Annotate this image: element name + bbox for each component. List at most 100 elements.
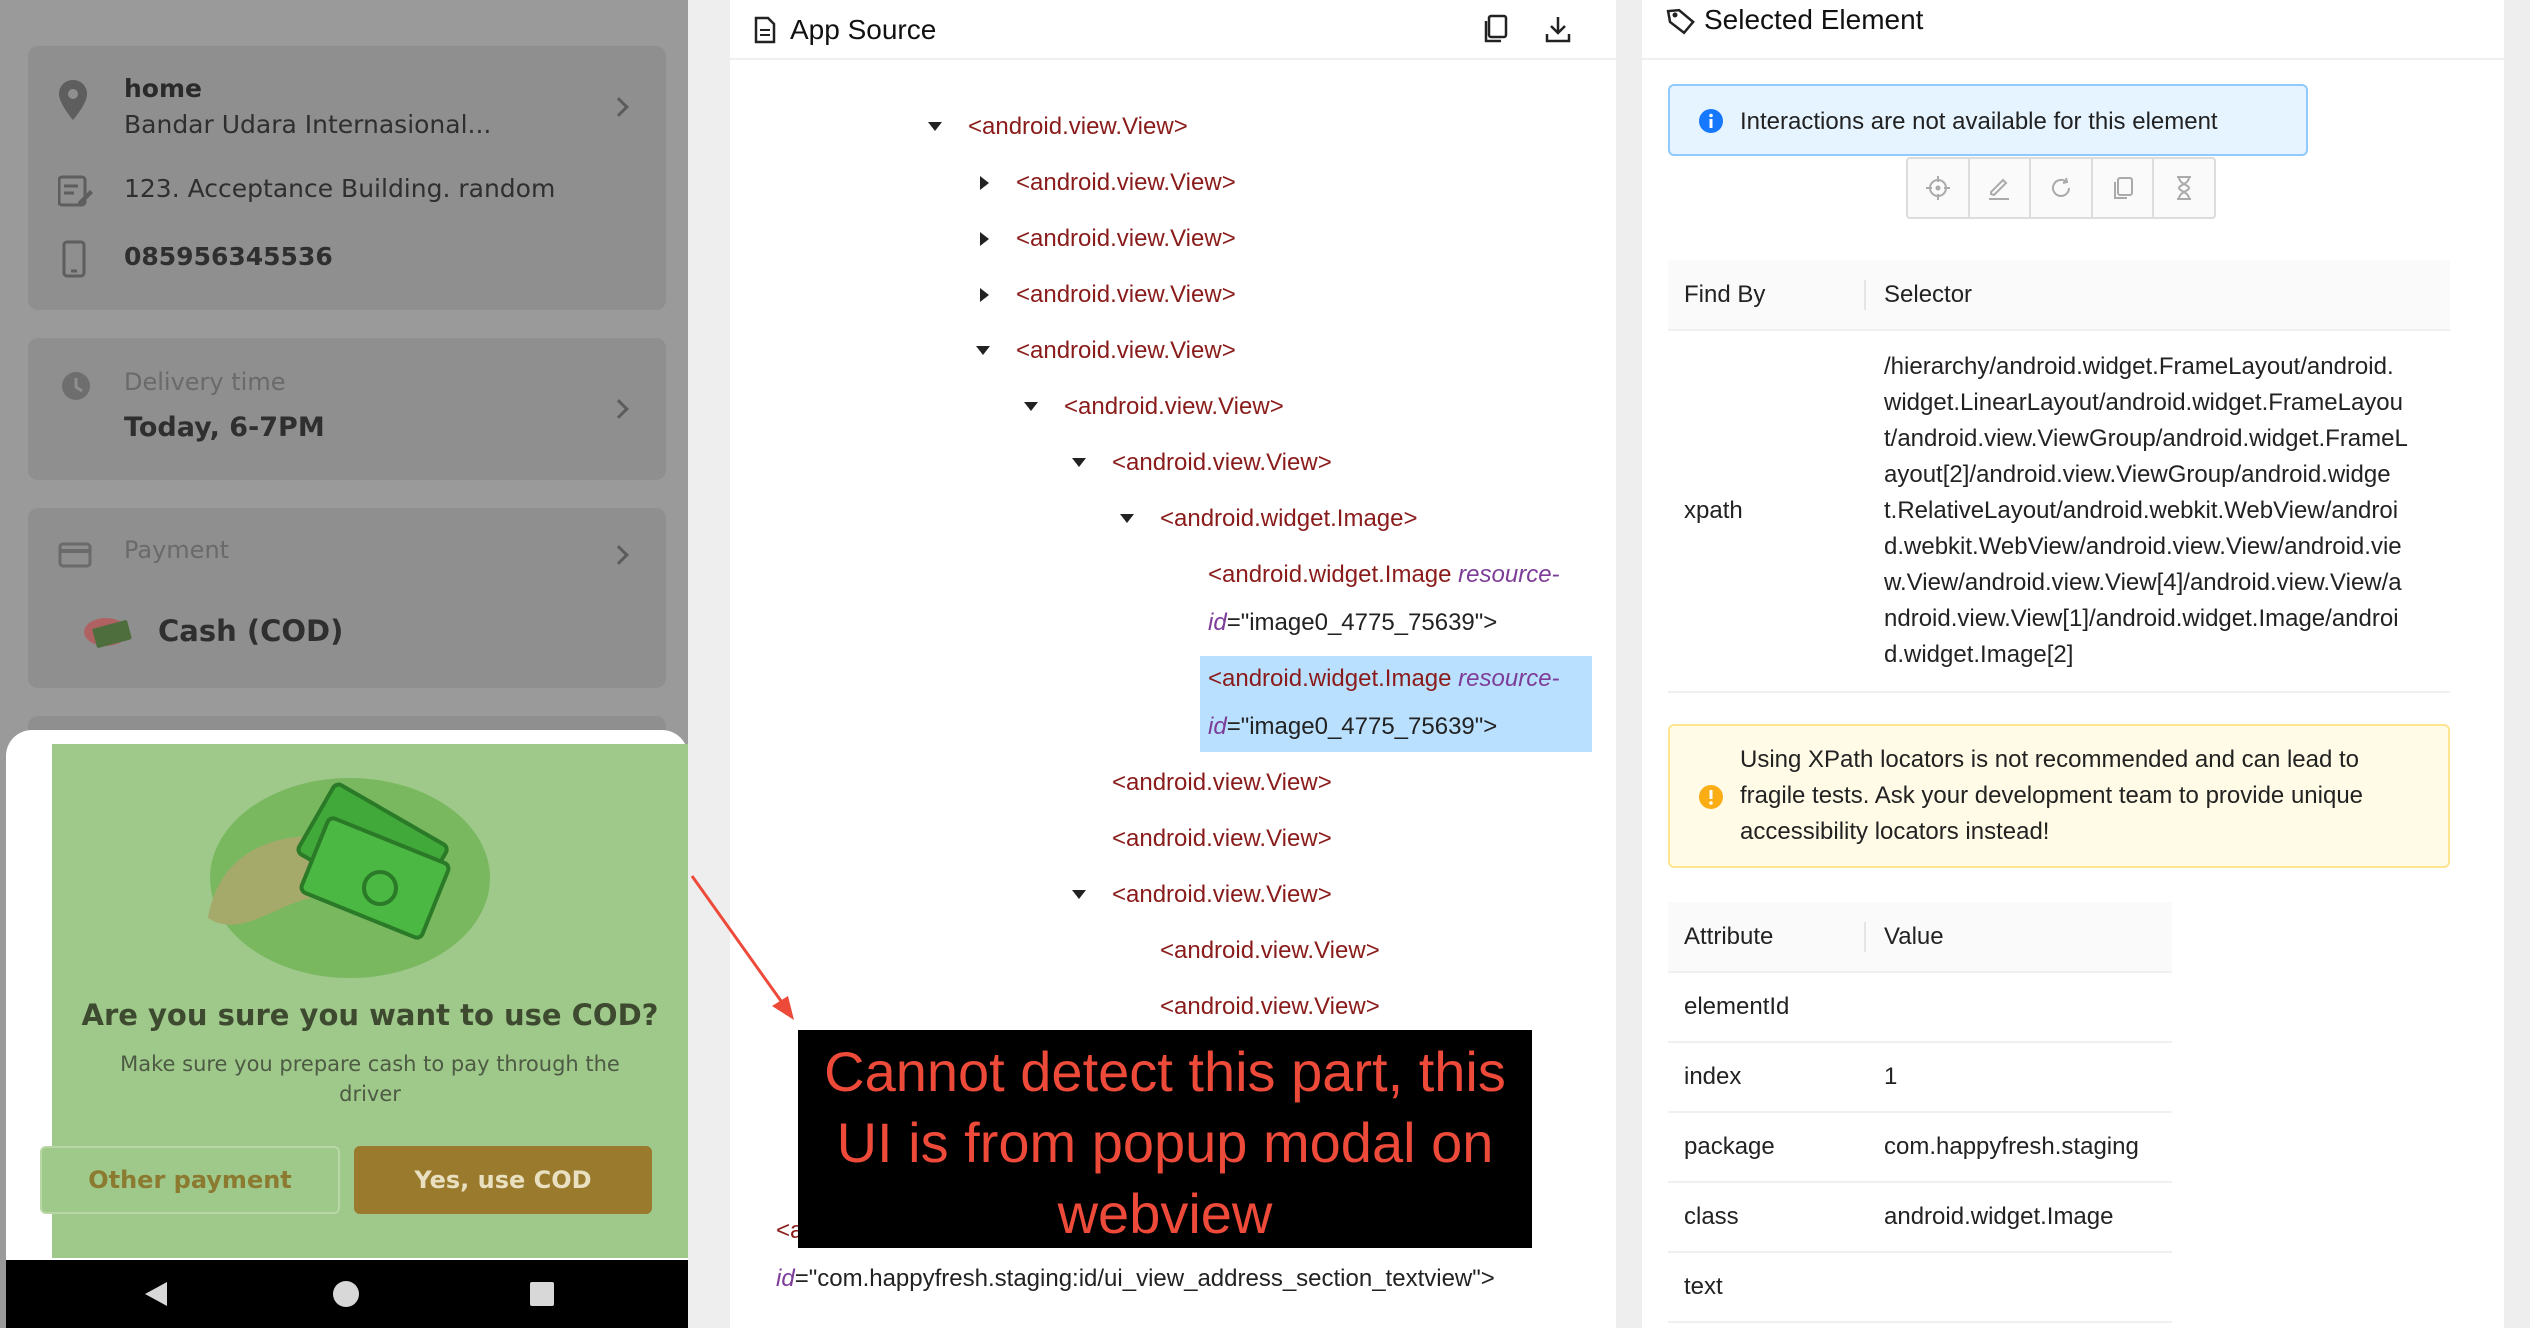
column-separator	[1864, 280, 1866, 310]
tag-icon	[1666, 6, 1696, 41]
attribute-value[interactable]: android.widget.Image	[1868, 1182, 2172, 1253]
xpath-warning-alert: Using XPath locators is not recommended …	[1668, 724, 2450, 868]
panel-divider[interactable]	[1616, 0, 1642, 1328]
attribute-value[interactable]: 1	[1868, 1042, 2172, 1113]
find-by-header: Find By	[1668, 260, 1868, 331]
copy-xml-icon[interactable]	[1482, 14, 1508, 49]
find-by-table: Find By Selector xpath /hierarchy/androi…	[1668, 260, 2450, 693]
attribute-value[interactable]: com.happyfresh.staging	[1868, 1112, 2172, 1183]
attribute-name: text	[1668, 1252, 1868, 1323]
table-row: elementId	[1668, 972, 2172, 1043]
tap-crosshair-icon[interactable]	[1908, 159, 1970, 217]
clock-icon	[60, 370, 92, 407]
attribute-name: elementId	[1668, 972, 1868, 1043]
app-source-header: App Source	[730, 0, 1616, 60]
table-row: index 1	[1668, 1042, 2172, 1113]
tree-leaf-image-selected[interactable]: <android.widget.Image resource-	[1208, 664, 1560, 694]
column-separator	[1864, 922, 1866, 952]
modal-description-line-2: driver	[339, 1082, 401, 1106]
caret-down-icon[interactable]	[1072, 458, 1086, 467]
xpath-selector[interactable]: /hierarchy/android.widget.FrameLayout/an…	[1868, 330, 2450, 693]
tree-node-partial-cont: id="com.happyfresh.staging:id/ui_view_ad…	[776, 1265, 1495, 1292]
tree-node[interactable]: <android.view.View>	[980, 168, 1236, 198]
tree-node[interactable]: <android.view.View>	[928, 112, 1188, 142]
selected-element-header: Selected Element	[1642, 0, 2504, 60]
element-actions-toolbar	[1906, 157, 2216, 219]
right-gutter	[2504, 0, 2530, 1328]
value-header: Value	[1868, 902, 2172, 973]
app-source-title: App Source	[790, 14, 937, 45]
selector-header: Selector	[1868, 260, 2450, 331]
cash-icon	[80, 612, 136, 657]
delivery-value: Today, 6-7PM	[124, 412, 325, 443]
tree-node[interactable]: <android.view.View>	[976, 336, 1236, 366]
delivery-time-card[interactable]: Delivery time Today, 6-7PM	[28, 338, 666, 480]
info-text: Interactions are not available for this …	[1740, 108, 2218, 135]
caret-down-icon[interactable]	[976, 346, 990, 355]
attribute-name: class	[1668, 1182, 1868, 1253]
address-phone: 085956345536	[124, 242, 333, 271]
chevron-right-icon	[609, 97, 629, 117]
nav-home-icon[interactable]	[316, 1260, 376, 1328]
location-pin-icon	[58, 80, 88, 125]
tree-node[interactable]: <android.view.View>	[1024, 392, 1284, 422]
attribute-name: index	[1668, 1042, 1868, 1113]
use-cod-button[interactable]: Yes, use COD	[354, 1146, 652, 1214]
attribute-value[interactable]	[1868, 972, 2172, 1043]
payment-card[interactable]: Payment Cash (COD)	[28, 508, 666, 688]
table-row: xpath /hierarchy/android.widget.FrameLay…	[1668, 330, 2450, 693]
modal-question: Are you sure you want to use COD?	[81, 998, 659, 1032]
attribute-name: package	[1668, 1112, 1868, 1183]
payment-method: Cash (COD)	[158, 614, 344, 648]
other-payment-button[interactable]: Other payment	[40, 1146, 340, 1214]
modal-description-line-1: Make sure you prepare cash to pay throug…	[120, 1052, 620, 1076]
attribute-value[interactable]	[1868, 1252, 2172, 1323]
caret-down-icon[interactable]	[1072, 890, 1086, 899]
tree-leaf-image[interactable]: <android.widget.Image resource-	[1208, 560, 1560, 590]
annotation-line-2: UI is from popup modal on	[836, 1111, 1494, 1174]
copy-attributes-icon[interactable]	[2093, 159, 2155, 217]
annotation-arrow	[690, 875, 794, 1020]
clear-reload-icon[interactable]	[2031, 159, 2093, 217]
chevron-right-icon	[609, 545, 629, 565]
warning-line-2: fragile tests. Ask your development team…	[1740, 782, 2364, 809]
tree-node[interactable]: <android.view.View>	[1160, 992, 1380, 1022]
tree-node[interactable]: <android.view.View>	[980, 224, 1236, 254]
panel-divider[interactable]	[688, 0, 730, 1328]
tree-node[interactable]: <android.view.View>	[1112, 824, 1332, 854]
tree-node[interactable]: <android.widget.Image>	[1120, 504, 1418, 534]
caret-down-icon[interactable]	[1024, 402, 1038, 411]
warning-icon	[1698, 784, 1724, 821]
hourglass-timing-icon[interactable]	[2154, 159, 2214, 217]
caret-down-icon[interactable]	[928, 122, 942, 131]
tree-node[interactable]: <android.view.View>	[1160, 936, 1380, 966]
send-keys-edit-icon[interactable]	[1970, 159, 2032, 217]
warning-line-3: accessibility locators instead!	[1740, 818, 2050, 845]
caret-right-icon[interactable]	[980, 232, 989, 246]
edit-note-icon	[57, 174, 94, 213]
tree-node[interactable]: <android.view.View>	[1072, 448, 1332, 478]
nav-recents-icon[interactable]	[512, 1260, 572, 1328]
address-detail: 123. Acceptance Building. random	[124, 174, 556, 203]
caret-down-icon[interactable]	[1120, 514, 1134, 523]
address-location: Bandar Udara Internasional...	[124, 110, 492, 139]
tree-node[interactable]: <android.view.View>	[980, 280, 1236, 310]
hand-cash-illustration-icon	[200, 778, 500, 991]
tree-node[interactable]: <android.view.View>	[1112, 768, 1332, 798]
warning-line-1: Using XPath locators is not recommended …	[1740, 746, 2360, 773]
download-icon[interactable]	[1544, 14, 1572, 49]
annotation-callout: Cannot detect this part, this UI is from…	[798, 1030, 1532, 1248]
phone-icon	[62, 240, 86, 283]
info-icon	[1698, 108, 1724, 141]
document-icon	[754, 16, 776, 49]
phone-screen: home Bandar Udara Internasional... 123. …	[0, 0, 688, 1328]
caret-right-icon[interactable]	[980, 176, 989, 190]
nav-back-icon[interactable]	[126, 1260, 186, 1328]
tree-leaf-image-selected-cont: id="image0_4775_75639">	[1208, 713, 1498, 740]
address-card[interactable]: home Bandar Udara Internasional... 123. …	[28, 46, 666, 310]
delivery-label: Delivery time	[124, 368, 286, 396]
payment-label: Payment	[124, 536, 230, 564]
tree-node[interactable]: <android.view.View>	[1072, 880, 1332, 910]
table-row: text	[1668, 1252, 2172, 1323]
caret-right-icon[interactable]	[980, 288, 989, 302]
